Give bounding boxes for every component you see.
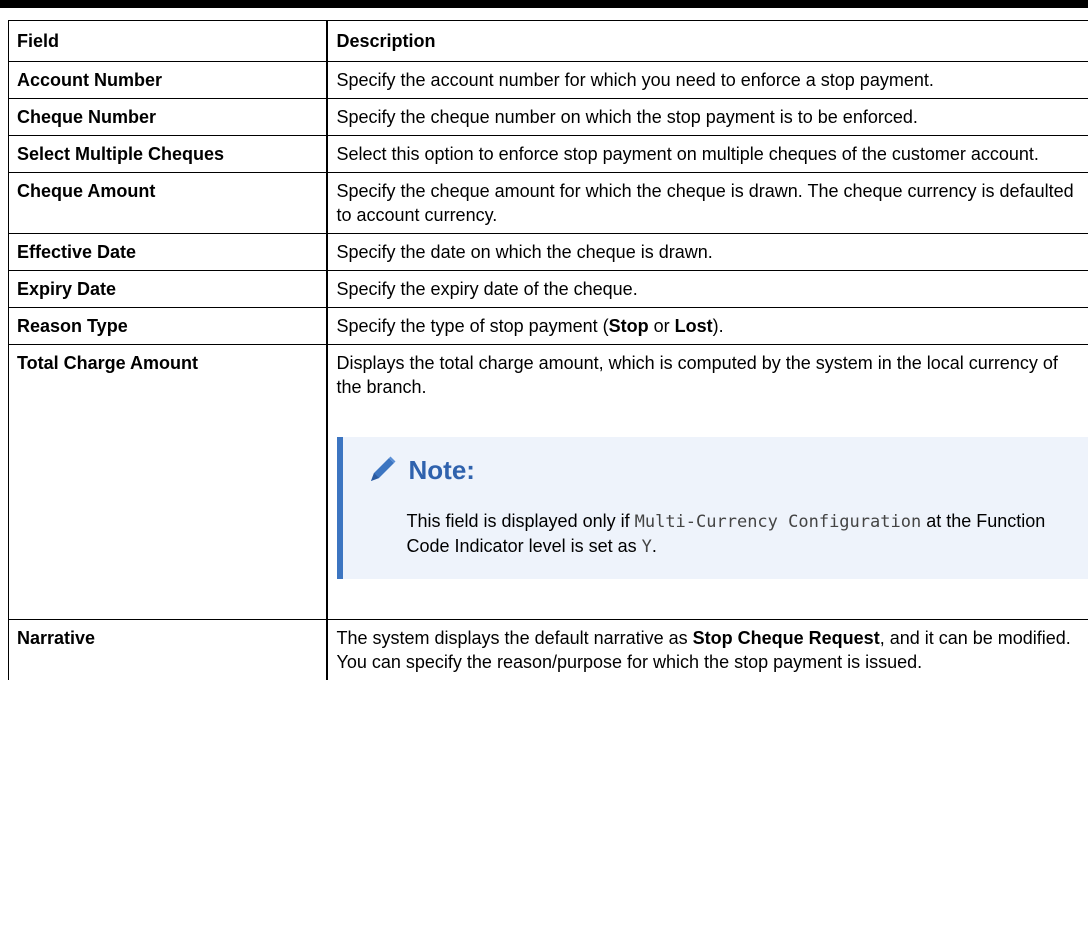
field-description: The system displays the default narrativ… <box>326 619 1088 680</box>
note-code-value: Y <box>641 537 652 557</box>
note-heading: Note: <box>365 453 1081 487</box>
pencil-icon <box>365 453 399 487</box>
field-description: Specify the type of stop payment (Stop o… <box>326 307 1088 345</box>
reason-stop-term: Stop <box>608 316 649 336</box>
note-callout: Note: This field is displayed only if Mu… <box>336 437 1088 579</box>
table-row: Narrative The system displays the defaul… <box>8 619 1088 680</box>
field-description: Specify the cheque amount for which the … <box>326 172 1088 234</box>
description-text: The system displays the default narrativ… <box>336 628 693 648</box>
field-description: Specify the account number for which you… <box>326 61 1088 99</box>
table-row: Cheque Number Specify the cheque number … <box>8 98 1088 136</box>
table-row: Expiry Date Specify the expiry date of t… <box>8 270 1088 308</box>
table-row: Account Number Specify the account numbe… <box>8 61 1088 99</box>
description-text: Displays the total charge amount, which … <box>336 353 1058 397</box>
table-header-row: Field Description <box>8 20 1088 62</box>
field-description: Specify the cheque number on which the s… <box>326 98 1088 136</box>
note-code-config: Multi-Currency Configuration <box>634 512 922 532</box>
table-row: Effective Date Specify the date on which… <box>8 233 1088 271</box>
field-name: Account Number <box>8 61 328 99</box>
field-name: Effective Date <box>8 233 328 271</box>
note-title: Note: <box>408 455 475 485</box>
field-description: Specify the expiry date of the cheque. <box>326 270 1088 308</box>
description-text: Specify the type of stop payment ( <box>336 316 609 336</box>
top-rule <box>0 0 1088 8</box>
table-row: Cheque Amount Specify the cheque amount … <box>8 172 1088 234</box>
table-row: Reason Type Specify the type of stop pay… <box>8 307 1088 345</box>
note-text: This field is displayed only if <box>406 511 635 531</box>
field-name: Cheque Number <box>8 98 328 136</box>
column-header-description: Description <box>326 20 1088 62</box>
field-name: Narrative <box>8 619 328 680</box>
field-name: Reason Type <box>8 307 328 345</box>
note-text: . <box>651 536 657 556</box>
field-description-table: Field Description Account Number Specify… <box>8 20 1088 680</box>
field-name: Select Multiple Cheques <box>8 135 328 173</box>
field-name: Expiry Date <box>8 270 328 308</box>
description-text: or <box>648 316 675 336</box>
table-row: Total Charge Amount Displays the total c… <box>8 344 1088 620</box>
default-narrative-term: Stop Cheque Request <box>692 628 880 648</box>
reason-lost-term: Lost <box>674 316 713 336</box>
table-row: Select Multiple Cheques Select this opti… <box>8 135 1088 173</box>
field-description: Select this option to enforce stop payme… <box>326 135 1088 173</box>
description-text: ). <box>712 316 724 336</box>
field-description: Displays the total charge amount, which … <box>326 344 1088 620</box>
field-description: Specify the date on which the cheque is … <box>326 233 1088 271</box>
column-header-field: Field <box>8 20 328 62</box>
field-name: Total Charge Amount <box>8 344 328 620</box>
field-name: Cheque Amount <box>8 172 328 234</box>
note-body: This field is displayed only if Multi-Cu… <box>407 509 1081 559</box>
